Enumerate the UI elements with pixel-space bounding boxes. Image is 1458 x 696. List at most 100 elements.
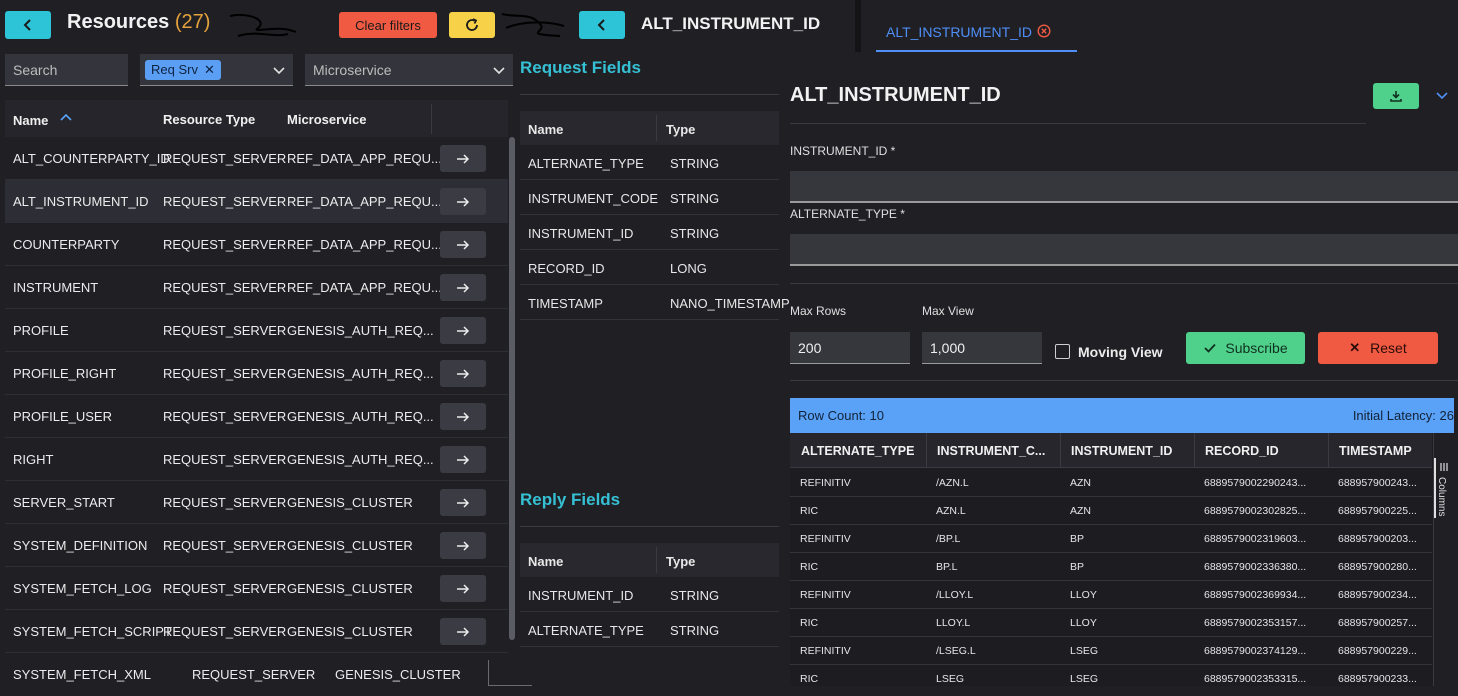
grid-cell-record-id: 6889579002290243... bbox=[1204, 477, 1307, 489]
col-resource-type[interactable]: Resource Type bbox=[163, 112, 255, 127]
grid-status-bar: Row Count: 10 Initial Latency: 26 bbox=[790, 398, 1454, 433]
table-header: Name Type bbox=[520, 543, 779, 577]
grid-row[interactable]: REFINITIV/LSEG.L LSEG 6889579002374129... 6… bbox=[790, 637, 1432, 665]
open-resource-button[interactable] bbox=[440, 360, 486, 387]
close-icon: ✕ bbox=[1349, 340, 1361, 355]
open-resource-button[interactable] bbox=[440, 575, 486, 602]
cell-name: SYSTEM_FETCH_SCRIPT bbox=[13, 624, 172, 639]
grid-cell-record-id: 6889579002319603... bbox=[1204, 533, 1307, 545]
alternate-type-input[interactable] bbox=[790, 234, 1458, 266]
table-row[interactable]: ALT_COUNTERPARTY_ID REQUEST_SERVER REF_DAT… bbox=[5, 137, 508, 180]
field-type: STRING bbox=[670, 588, 720, 603]
grid-col-alternate-type[interactable]: ALTERNATE_TYPE bbox=[801, 444, 914, 458]
reset-button[interactable]: ✕ Reset bbox=[1318, 332, 1438, 364]
grid-cell-instrument-id: LLOY bbox=[1070, 617, 1097, 629]
arrow-right-icon bbox=[457, 540, 470, 551]
table-row[interactable]: INSTRUMENT REQUEST_SERVER REF_DATA_APP_REQ… bbox=[5, 266, 508, 309]
max-rows-input[interactable]: 200 bbox=[790, 332, 910, 364]
grid-row[interactable]: RIC AZN.L AZN 6889579002302825... 6889579002… bbox=[790, 497, 1432, 525]
moving-view-checkbox[interactable] bbox=[1055, 344, 1070, 359]
table-row[interactable]: RIGHT REQUEST_SERVER GENESIS_AUTH_REQ... bbox=[5, 438, 508, 481]
back-button-middle[interactable] bbox=[579, 11, 625, 39]
grid-cell-instrument-code: LSEG bbox=[936, 673, 965, 685]
table-row[interactable]: SYSTEM_DEFINITION REQUEST_SERVER GENESIS_C… bbox=[5, 524, 508, 567]
field-name: TIMESTAMP bbox=[528, 296, 603, 311]
table-row[interactable]: SYSTEM_FETCH_XML REQUEST_SERVER GENESIS_CL… bbox=[5, 653, 508, 696]
back-button[interactable] bbox=[5, 11, 51, 39]
search-input[interactable]: Search bbox=[5, 54, 128, 86]
grid-cell-instrument-code: AZN.L bbox=[936, 505, 966, 517]
cell-name: SYSTEM_DEFINITION bbox=[13, 538, 148, 553]
open-resource-button[interactable] bbox=[440, 231, 486, 258]
grid-row[interactable]: RIC LSEG LSEG 6889579002353315... 6889579002… bbox=[790, 665, 1432, 686]
alternate-type-label: ALTERNATE_TYPE * bbox=[790, 207, 905, 221]
grid-cell-instrument-code: /LLOY.L bbox=[936, 589, 974, 601]
table-row[interactable]: PROFILE_USER REQUEST_SERVER GENESIS_AUTH_R… bbox=[5, 395, 508, 438]
open-resource-button[interactable] bbox=[440, 618, 486, 645]
open-resource-button[interactable] bbox=[440, 145, 486, 172]
close-icon[interactable]: ✕ bbox=[204, 62, 215, 78]
field-row: TIMESTAMP NANO_TIMESTAMP bbox=[520, 285, 790, 320]
cell-resource-type: REQUEST_SERVER bbox=[163, 624, 287, 639]
columns-side-panel[interactable]: Columns bbox=[1433, 433, 1454, 686]
chevron-left-icon bbox=[23, 19, 31, 31]
instrument-id-input[interactable] bbox=[790, 171, 1458, 203]
table-row[interactable]: ALT_INSTRUMENT_ID REQUEST_SERVER REF_DATA_… bbox=[5, 180, 508, 223]
arrow-right-icon bbox=[457, 497, 470, 508]
open-resource-button[interactable] bbox=[440, 489, 486, 516]
grid-row[interactable]: RIC LLOY.L LLOY 6889579002353157... 68895790… bbox=[790, 609, 1432, 637]
cell-microservice: REF_DATA_APP_REQU... bbox=[287, 280, 442, 295]
cell-name: ALT_INSTRUMENT_ID bbox=[13, 194, 149, 209]
grid-col-timestamp[interactable]: TIMESTAMP bbox=[1339, 444, 1412, 458]
table-row[interactable]: COUNTERPARTY REQUEST_SERVER REF_DATA_APP_R… bbox=[5, 223, 508, 266]
sort-ascending-icon[interactable] bbox=[59, 112, 73, 122]
grid-cell-alternate-type: REFINITIV bbox=[800, 533, 851, 545]
table-row[interactable]: SYSTEM_FETCH_LOG REQUEST_SERVER GENESIS_CL… bbox=[5, 567, 508, 610]
title-divider bbox=[790, 123, 1366, 124]
table-row[interactable]: PROFILE_RIGHT REQUEST_SERVER GENESIS_AUTH_… bbox=[5, 352, 508, 395]
panel-title: ALT_INSTRUMENT_ID bbox=[790, 84, 1001, 106]
cell-resource-type: REQUEST_SERVER bbox=[163, 495, 287, 510]
check-icon bbox=[1204, 343, 1217, 353]
request-fields-table: Name Type ALTERNATE_TYPE STRING INSTRUMENT… bbox=[520, 111, 790, 320]
grid-row[interactable]: REFINITIV/AZN.L AZN 6889579002290243... 688… bbox=[790, 469, 1432, 497]
table-row[interactable]: SERVER_START REQUEST_SERVER GENESIS_CLUSTE… bbox=[5, 481, 508, 524]
export-button[interactable] bbox=[1373, 83, 1419, 109]
open-resource-button[interactable] bbox=[440, 403, 486, 430]
grid-row[interactable]: REFINITIV/LLOY.L LLOY 6889579002369934... 6… bbox=[790, 581, 1432, 609]
field-type: STRING bbox=[670, 623, 720, 638]
chevron-down-icon[interactable] bbox=[1435, 90, 1449, 102]
col-name: Name bbox=[528, 122, 564, 137]
grid-col-record-id[interactable]: RECORD_ID bbox=[1205, 444, 1279, 458]
col-name[interactable]: Name bbox=[13, 113, 48, 128]
open-resource-button[interactable] bbox=[440, 446, 486, 473]
tab-alt-instrument-id[interactable]: ALT_INSTRUMENT_ID bbox=[876, 14, 1077, 52]
open-resource-button[interactable] bbox=[440, 532, 486, 559]
chevron-down-icon[interactable] bbox=[273, 64, 285, 76]
refresh-button[interactable] bbox=[449, 12, 495, 38]
open-resource-button[interactable] bbox=[440, 274, 486, 301]
table-row[interactable]: SYSTEM_FETCH_SCRIPT REQUEST_SERVER GENESIS… bbox=[5, 610, 508, 653]
arrow-right-icon bbox=[457, 282, 470, 293]
table-row[interactable]: PROFILE REQUEST_SERVER GENESIS_AUTH_REQ... bbox=[5, 309, 508, 352]
subscribe-button[interactable]: Subscribe bbox=[1186, 332, 1305, 364]
grid-row[interactable]: REFINITIV/BP.L BP 6889579002319603... 68895… bbox=[790, 525, 1432, 553]
resource-type-filter[interactable]: Req Srv ✕ bbox=[140, 54, 293, 86]
grid-row[interactable]: RIC BP.L BP 6889579002336380... 688957900280… bbox=[790, 553, 1432, 581]
cell-name: RIGHT bbox=[13, 452, 54, 467]
col-divider bbox=[431, 104, 432, 134]
open-resource-button[interactable] bbox=[440, 317, 486, 344]
close-circle-icon[interactable] bbox=[1037, 24, 1051, 38]
arrow-right-icon bbox=[457, 368, 470, 379]
grid-cell-instrument-id: AZN bbox=[1070, 505, 1091, 517]
max-view-input[interactable]: 1,000 bbox=[922, 332, 1042, 364]
microservice-select[interactable]: Microservice bbox=[305, 54, 513, 86]
clear-filters-button[interactable]: Clear filters bbox=[339, 12, 437, 38]
scrollbar[interactable] bbox=[509, 137, 515, 640]
grid-col-instrument-id[interactable]: INSTRUMENT_ID bbox=[1071, 444, 1172, 458]
grid-col-instrument-code[interactable]: INSTRUMENT_C... bbox=[937, 444, 1045, 458]
filter-chip[interactable]: Req Srv ✕ bbox=[145, 59, 221, 80]
redaction-scribble bbox=[229, 14, 297, 37]
col-microservice[interactable]: Microservice bbox=[287, 112, 367, 127]
open-resource-button[interactable] bbox=[440, 188, 486, 215]
